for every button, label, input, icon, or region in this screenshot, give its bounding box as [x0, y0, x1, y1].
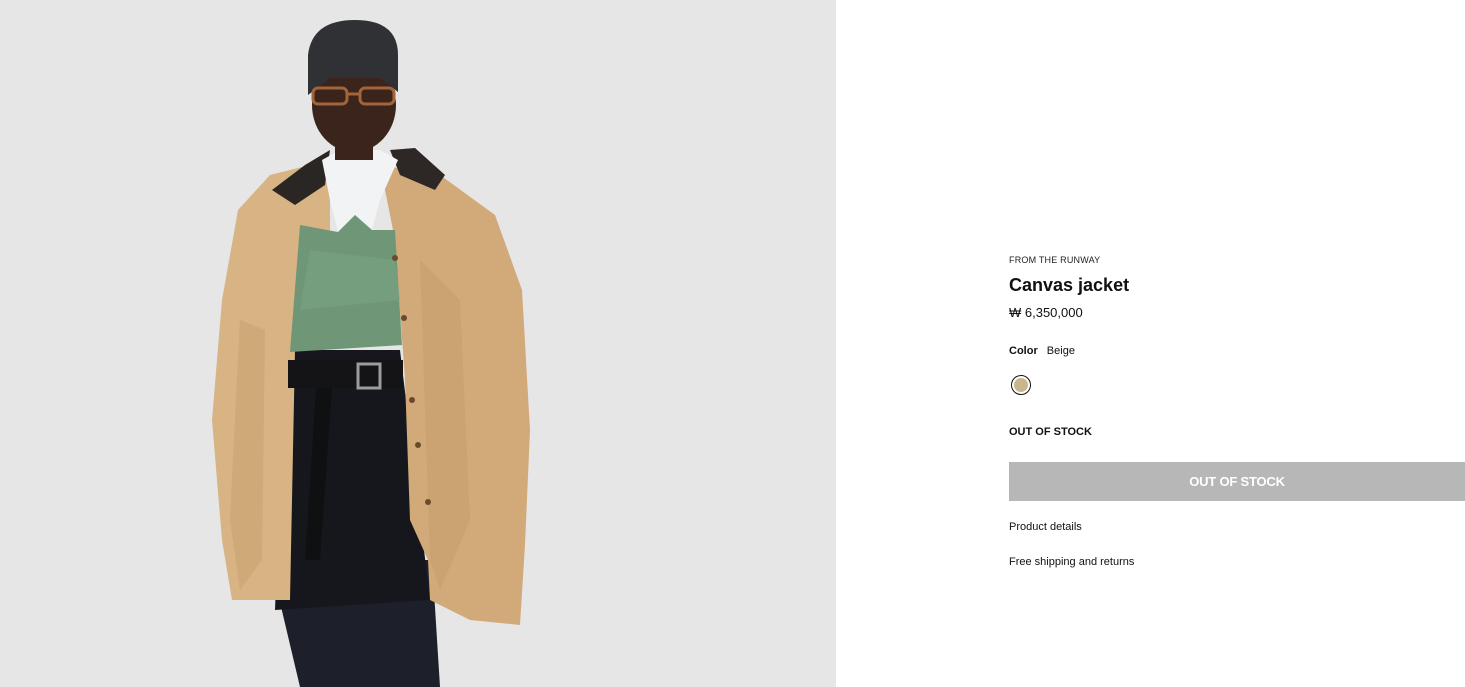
product-image[interactable] [0, 0, 836, 687]
swatch-fill [1014, 378, 1028, 392]
color-row: Color Beige [1009, 345, 1075, 357]
product-price: ₩ 6,350,000 [1009, 305, 1083, 320]
color-label: Color [1009, 345, 1038, 357]
product-details-link[interactable]: Product details [1009, 521, 1082, 533]
product-info-panel: FROM THE RUNWAY Canvas jacket ₩ 6,350,00… [1009, 0, 1465, 687]
model-photo [0, 0, 836, 687]
collection-label: FROM THE RUNWAY [1009, 255, 1101, 265]
color-swatch-beige[interactable] [1011, 375, 1031, 395]
stock-status: OUT OF STOCK [1009, 426, 1092, 438]
shipping-returns-link[interactable]: Free shipping and returns [1009, 556, 1134, 568]
product-page: FROM THE RUNWAY Canvas jacket ₩ 6,350,00… [0, 0, 1465, 687]
product-title: Canvas jacket [1009, 275, 1130, 295]
color-value: Beige [1046, 345, 1075, 357]
out-of-stock-button[interactable]: OUT OF STOCK [1009, 462, 1465, 501]
